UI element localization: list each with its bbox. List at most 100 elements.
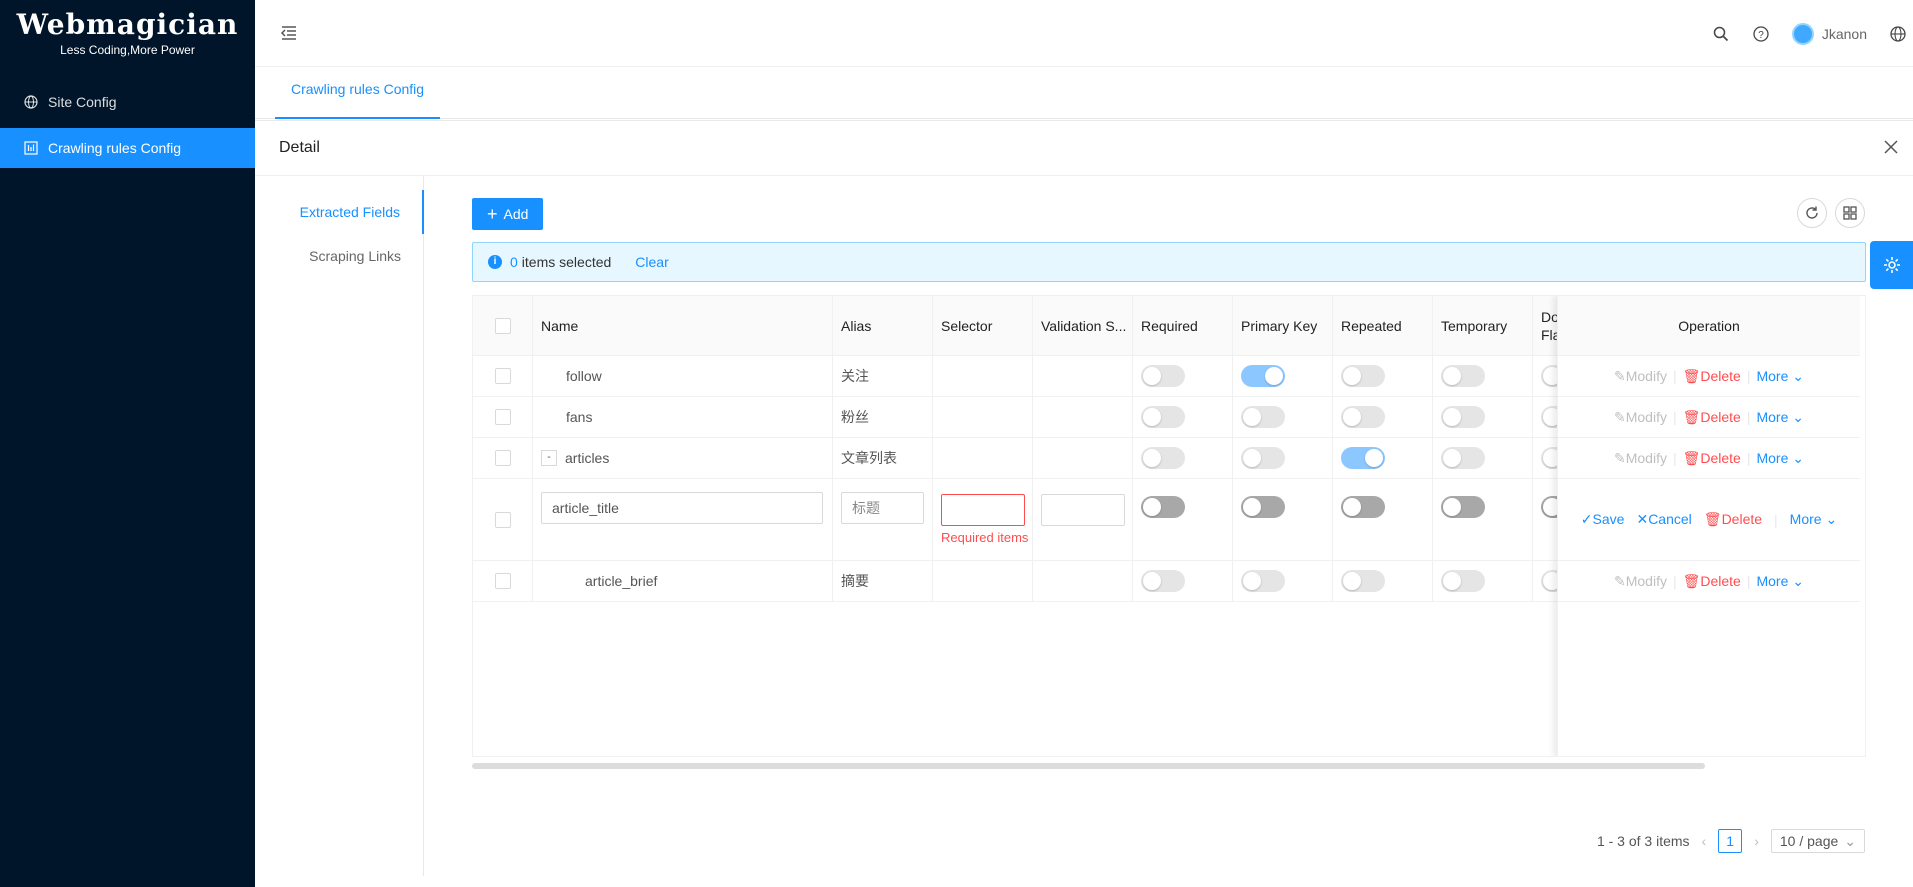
column-header-primary-key[interactable]: Primary Key xyxy=(1233,296,1333,356)
primary-key-cell xyxy=(1233,438,1333,478)
temporary-switch[interactable] xyxy=(1441,447,1485,469)
repeated-switch[interactable] xyxy=(1341,447,1385,469)
page-1-button[interactable]: 1 xyxy=(1718,829,1743,853)
required-cell xyxy=(1133,356,1233,396)
modify-button[interactable]: ✎Modify xyxy=(1614,409,1667,426)
required-switch[interactable] xyxy=(1141,406,1185,428)
primary-key-cell xyxy=(1233,397,1333,437)
tab-extracted-fields[interactable]: Extracted Fields xyxy=(255,190,424,234)
globe-icon[interactable] xyxy=(1889,25,1907,43)
row-checkbox-cell xyxy=(473,561,533,601)
temporary-cell xyxy=(1433,561,1533,601)
username[interactable]: Jkanon xyxy=(1822,26,1867,42)
repeated-switch[interactable] xyxy=(1341,496,1385,518)
column-header-alias[interactable]: Alias xyxy=(833,296,933,356)
clear-selection-link[interactable]: Clear xyxy=(635,254,668,270)
more-dropdown[interactable]: More ⌄ xyxy=(1756,409,1804,426)
modify-button[interactable]: ✎Modify xyxy=(1614,573,1667,590)
prev-page-icon[interactable]: ‹ xyxy=(1702,833,1707,849)
primary-key-switch[interactable] xyxy=(1241,406,1285,428)
primary-key-switch[interactable] xyxy=(1241,447,1285,469)
plus-icon: + xyxy=(487,204,498,224)
validation-input[interactable] xyxy=(1041,494,1125,526)
row-checkbox[interactable] xyxy=(494,573,511,589)
next-page-icon[interactable]: › xyxy=(1754,833,1759,849)
sidebar-item-site-config[interactable]: Site Config xyxy=(0,82,255,122)
tab-crawling-rules-config[interactable]: Crawling rules Config xyxy=(275,67,441,119)
tab-scraping-links[interactable]: Scraping Links xyxy=(255,234,423,278)
row-checkbox[interactable] xyxy=(494,409,511,425)
modify-button[interactable]: ✎Modify xyxy=(1614,368,1667,385)
temporary-switch[interactable] xyxy=(1441,570,1485,592)
more-dropdown[interactable]: More ⌄ xyxy=(1756,450,1804,467)
selector-input[interactable] xyxy=(941,494,1025,526)
selected-count: 0 xyxy=(510,254,518,270)
repeated-cell xyxy=(1333,397,1433,437)
horizontal-scrollbar[interactable] xyxy=(472,763,1705,769)
row-operations-editing: ✓Save ✕Cancel 🗑Delete | More ⌄ xyxy=(1558,479,1860,561)
globe-icon xyxy=(24,95,38,109)
sidebar: Webmagician Less Coding,More Power Site … xyxy=(0,0,255,887)
settings-drawer-button[interactable] xyxy=(1870,241,1913,289)
selector-error: Required items xyxy=(941,530,1029,545)
validation-cell xyxy=(1033,561,1133,601)
delete-button[interactable]: 🗑Delete xyxy=(1704,511,1762,528)
alias-input[interactable]: 标题 xyxy=(841,492,924,524)
required-switch[interactable] xyxy=(1141,365,1185,387)
select-all-checkbox[interactable] xyxy=(494,318,511,334)
column-header-temporary[interactable]: Temporary xyxy=(1433,296,1533,356)
column-header-validation[interactable]: Validation S... xyxy=(1033,296,1133,356)
reload-button[interactable] xyxy=(1797,198,1827,228)
column-header-selector[interactable]: Selector xyxy=(933,296,1033,356)
column-header-required[interactable]: Required xyxy=(1133,296,1233,356)
more-dropdown[interactable]: More ⌄ xyxy=(1756,368,1804,385)
column-header-name[interactable]: Name xyxy=(533,296,833,356)
modify-button[interactable]: ✎Modify xyxy=(1614,450,1667,467)
more-dropdown[interactable]: More ⌄ xyxy=(1790,511,1838,528)
repeated-switch[interactable] xyxy=(1341,570,1385,592)
primary-key-cell xyxy=(1233,561,1333,601)
column-settings-button[interactable] xyxy=(1835,198,1865,228)
temporary-switch[interactable] xyxy=(1441,496,1485,518)
grid-icon xyxy=(1843,206,1857,220)
save-button[interactable]: ✓Save xyxy=(1581,511,1625,528)
primary-key-switch[interactable] xyxy=(1241,570,1285,592)
search-icon[interactable] xyxy=(1712,25,1730,43)
row-checkbox[interactable] xyxy=(494,450,511,466)
required-cell xyxy=(1133,397,1233,437)
collapse-toggle[interactable]: - xyxy=(541,450,557,466)
name-cell: - articles xyxy=(533,438,833,478)
delete-button[interactable]: 🗑Delete xyxy=(1683,368,1741,385)
delete-button[interactable]: 🗑Delete xyxy=(1683,450,1741,467)
page-size-select[interactable]: 10 / page ⌄ xyxy=(1770,829,1865,853)
repeated-switch[interactable] xyxy=(1341,365,1385,387)
required-switch[interactable] xyxy=(1141,570,1185,592)
more-dropdown[interactable]: More ⌄ xyxy=(1756,573,1804,590)
sidebar-item-label: Site Config xyxy=(48,94,117,110)
name-input[interactable]: article_title xyxy=(541,492,823,524)
page-tabs: Crawling rules Config xyxy=(255,67,1913,119)
selector-cell xyxy=(933,438,1033,478)
temporary-switch[interactable] xyxy=(1441,406,1485,428)
repeated-switch[interactable] xyxy=(1341,406,1385,428)
menu-fold-icon[interactable] xyxy=(279,23,299,43)
cancel-button[interactable]: ✕Cancel xyxy=(1636,511,1691,528)
row-checkbox[interactable] xyxy=(494,511,511,528)
temporary-cell xyxy=(1433,356,1533,396)
primary-key-switch[interactable] xyxy=(1241,365,1285,387)
sidebar-item-crawling-rules[interactable]: Crawling rules Config xyxy=(0,128,255,168)
required-switch[interactable] xyxy=(1141,447,1185,469)
avatar[interactable] xyxy=(1791,22,1814,45)
repeated-cell xyxy=(1333,561,1433,601)
primary-key-switch[interactable] xyxy=(1241,496,1285,518)
column-header-repeated[interactable]: Repeated xyxy=(1333,296,1433,356)
question-icon[interactable]: ? xyxy=(1752,25,1770,43)
delete-button[interactable]: 🗑Delete xyxy=(1683,573,1741,590)
add-button[interactable]: + Add xyxy=(472,198,544,230)
required-switch[interactable] xyxy=(1141,496,1185,518)
row-checkbox-cell xyxy=(473,356,533,396)
row-checkbox[interactable] xyxy=(494,368,511,384)
temporary-switch[interactable] xyxy=(1441,365,1485,387)
close-icon[interactable] xyxy=(1883,139,1899,155)
delete-button[interactable]: 🗑Delete xyxy=(1683,409,1741,426)
